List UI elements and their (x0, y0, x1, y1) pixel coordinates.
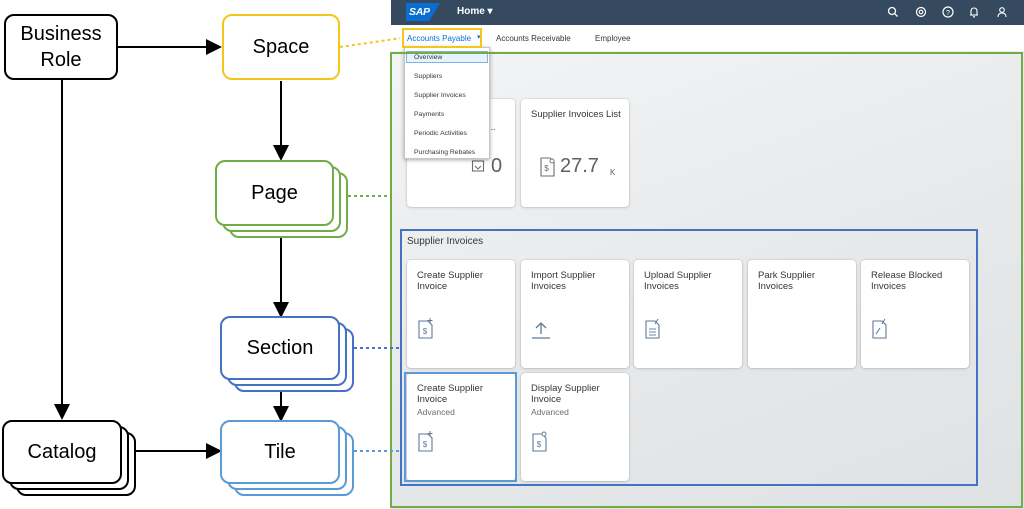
space-highlight-frame (402, 28, 482, 48)
tab-employee[interactable]: Employee (595, 34, 631, 44)
space-box: Space (222, 14, 340, 80)
tile-highlight-frame (404, 372, 517, 482)
page-box: Page (215, 160, 334, 226)
help-icon[interactable]: ? (941, 5, 955, 19)
copilot-icon[interactable] (914, 5, 928, 19)
user-icon[interactable] (995, 5, 1009, 19)
notifications-icon[interactable] (967, 5, 981, 19)
business-role-box: Business Role (4, 14, 118, 80)
tile-box: Tile (220, 420, 340, 484)
svg-text:?: ? (946, 8, 950, 17)
catalog-box: Catalog (2, 420, 122, 484)
home-menu[interactable]: Home ▾ (457, 5, 493, 19)
section-box: Section (220, 316, 340, 380)
tab-accounts-receivable[interactable]: Accounts Receivable (496, 34, 571, 44)
search-icon[interactable] (886, 5, 900, 19)
dotted-space-connector (339, 37, 400, 48)
